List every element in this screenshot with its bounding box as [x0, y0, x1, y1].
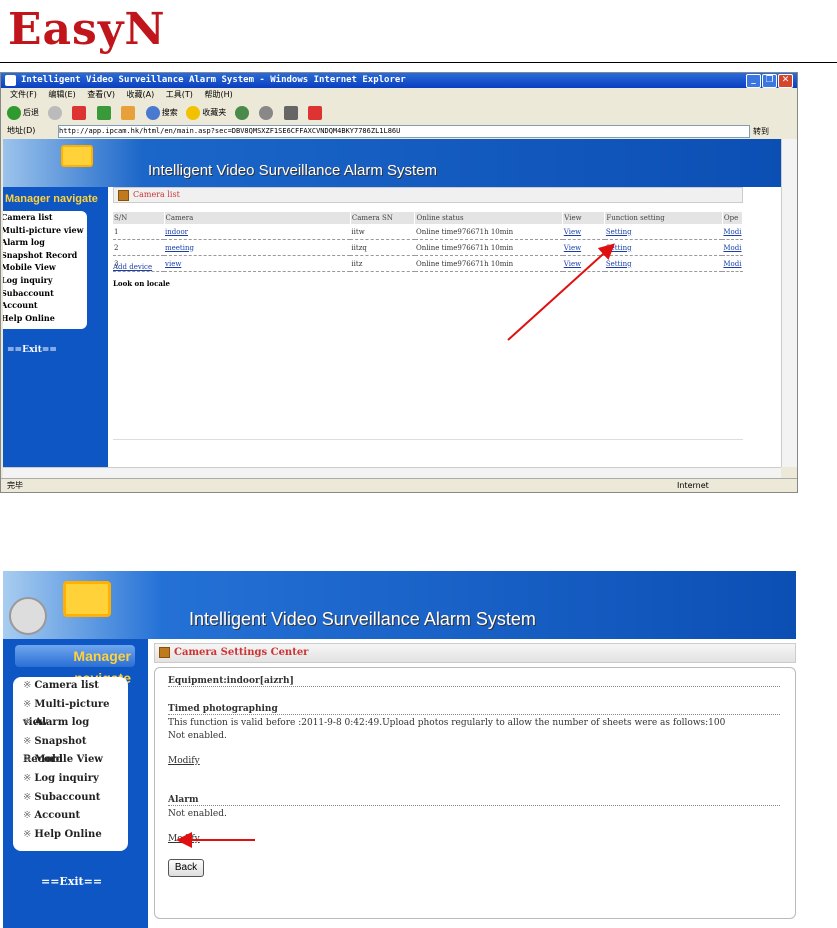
- annotation-arrows: [176, 243, 615, 848]
- arrow-to-setting: [507, 243, 615, 341]
